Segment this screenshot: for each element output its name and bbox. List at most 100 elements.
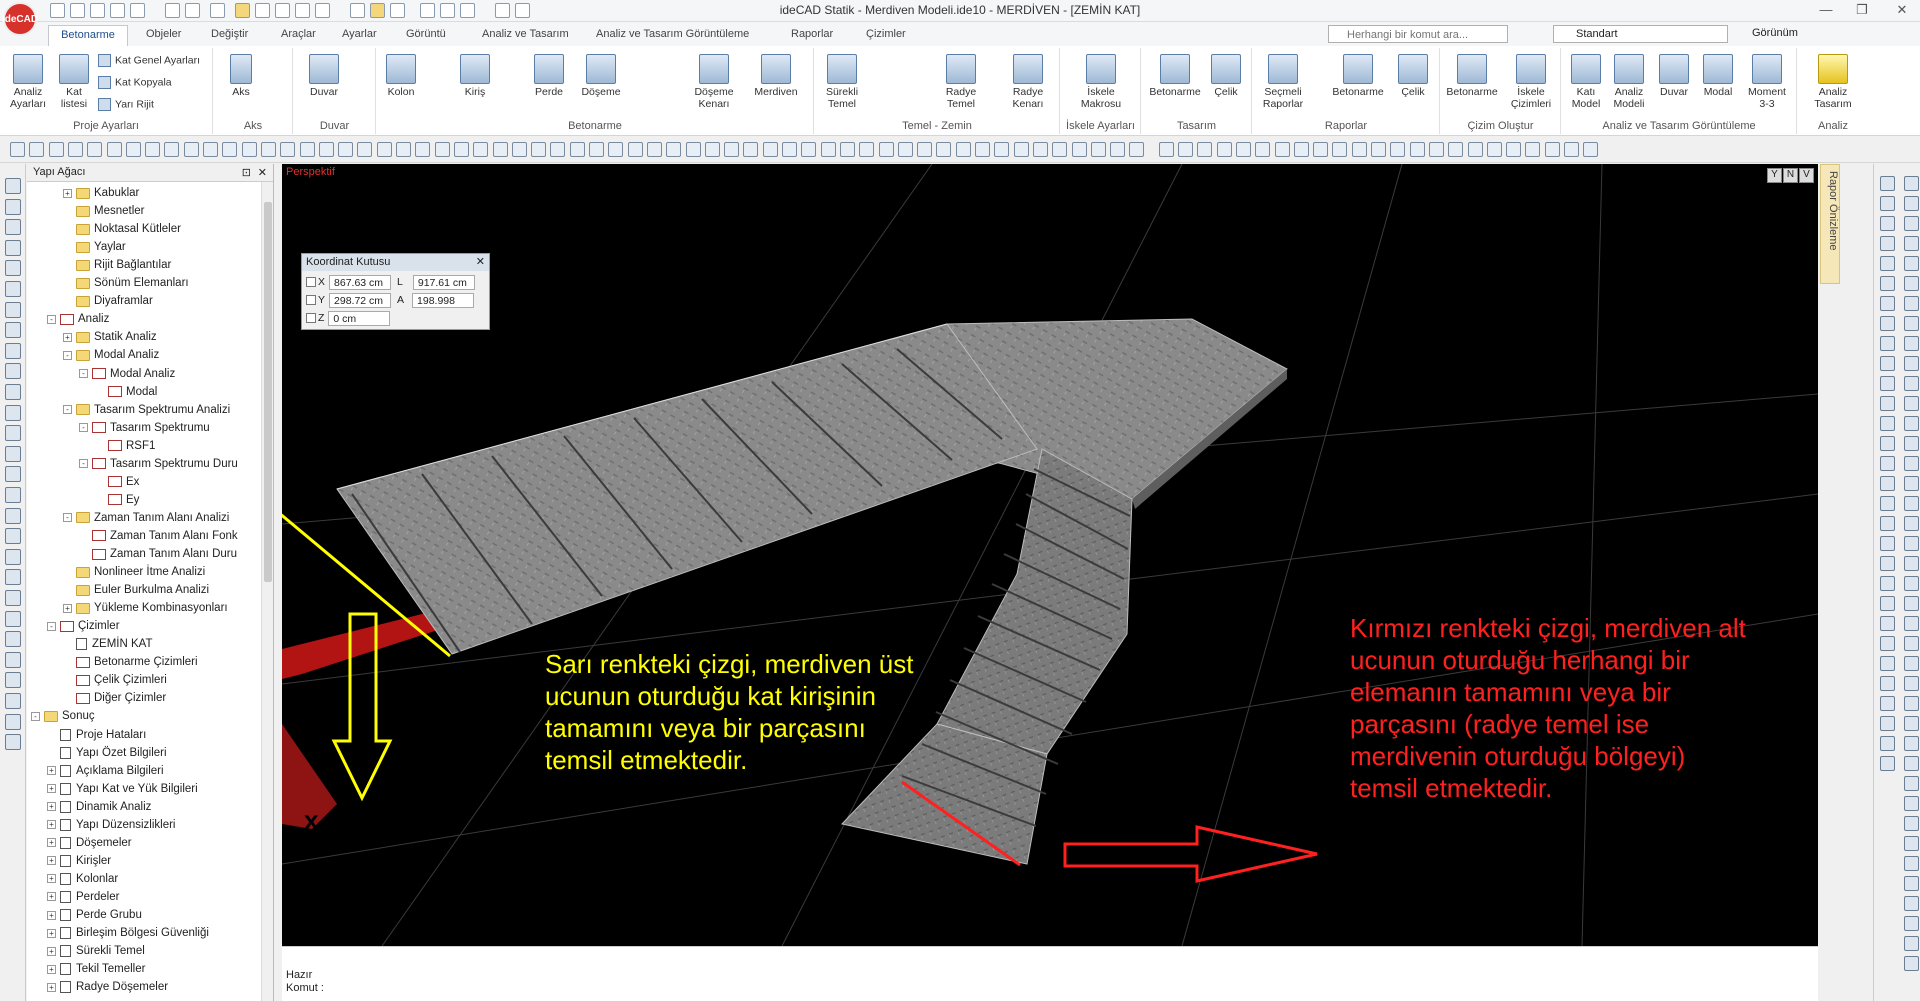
tree-item[interactable]: + Perdeler [47, 888, 119, 906]
expand-toggle-icon[interactable]: + [63, 603, 72, 613]
toolbar-tool-icon[interactable] [1428, 142, 1444, 157]
toolbar-tool-icon[interactable] [299, 142, 315, 157]
side-tool-icon[interactable] [1904, 236, 1919, 251]
side-tool-icon[interactable] [1880, 716, 1895, 731]
toolbar-tool-icon[interactable] [376, 142, 392, 157]
iskele-makrosu-button[interactable]: İskele Makrosu [1071, 54, 1131, 110]
toolbar-tool-icon[interactable] [1255, 142, 1271, 157]
minimize-button[interactable]: — [1812, 2, 1840, 20]
toolbar-tool-icon[interactable] [1235, 142, 1251, 157]
tree-item[interactable]: - Analiz [47, 310, 109, 328]
side-tool-icon[interactable] [5, 445, 21, 462]
side-tool-icon[interactable] [5, 239, 21, 256]
side-tool-icon[interactable] [1904, 916, 1919, 931]
toolbar-tool-icon[interactable] [318, 142, 334, 157]
tree-item[interactable]: Çelik Çizimleri [63, 671, 167, 689]
side-tool-icon[interactable] [1880, 476, 1895, 491]
toolbar-tool-icon[interactable] [839, 142, 855, 157]
l-field[interactable]: 917.61 cm [412, 274, 475, 290]
tab-analiz-tasarim-goruntuleme[interactable]: Analiz ve Tasarım Görüntüleme [596, 25, 749, 46]
merdiven-button[interactable]: Merdiven [749, 54, 803, 98]
expand-toggle-icon[interactable]: + [47, 802, 56, 812]
toolbar-tool-icon[interactable] [357, 142, 373, 157]
toolbar-tool-icon[interactable] [569, 142, 585, 157]
toolbar-tool-icon[interactable] [1293, 142, 1309, 157]
tab-objeler[interactable]: Objeler [146, 25, 181, 46]
toolbar-tool-icon[interactable] [1013, 142, 1029, 157]
toolbar-tool-icon[interactable] [1178, 142, 1193, 157]
tree-item[interactable]: + Döşemeler [47, 834, 132, 852]
tree-item[interactable]: - Tasarım Spektrumu Analizi [63, 401, 230, 419]
toolbar-tool-icon[interactable] [222, 142, 238, 157]
cizim-betonarme-button[interactable]: Betonarme [1443, 54, 1501, 98]
expand-toggle-icon[interactable]: + [47, 784, 56, 794]
tree-item[interactable]: + Sürekli Temel [47, 942, 145, 960]
tree-item[interactable]: Proje Hataları [47, 726, 146, 744]
tree-item[interactable]: Yaylar [63, 238, 126, 256]
report-preview-tab[interactable]: Rapor Önizleme [1820, 164, 1840, 284]
side-tool-icon[interactable] [1904, 636, 1919, 651]
toolbar-tool-icon[interactable] [531, 142, 547, 157]
side-tool-icon[interactable] [5, 569, 21, 586]
toolbar-tool-icon[interactable] [1544, 142, 1560, 157]
x-field[interactable]: 867.63 cm [329, 274, 392, 290]
side-tool-icon[interactable] [1904, 296, 1919, 311]
toolbar-tool-icon[interactable] [164, 142, 180, 157]
side-tool-icon[interactable] [5, 425, 21, 442]
tree-item[interactable]: Noktasal Kütleler [63, 220, 181, 238]
side-tool-icon[interactable] [5, 198, 21, 215]
tree-item[interactable]: Ey [95, 491, 139, 509]
surekli-temel-button[interactable]: Sürekli Temel [819, 54, 865, 110]
pin-icon[interactable]: ⊡ [242, 166, 251, 179]
app-logo[interactable]: ideCAD [2, 2, 38, 36]
toolbar-tool-icon[interactable] [67, 142, 83, 157]
tree-item[interactable]: + Birleşim Bölgesi Güvenliği [47, 924, 209, 942]
side-tool-icon[interactable] [1880, 396, 1895, 411]
tree-item[interactable]: Nonlineer İtme Analizi [63, 563, 205, 581]
expand-toggle-icon[interactable]: + [63, 332, 72, 342]
tree-item[interactable]: Mesnetler [63, 202, 145, 220]
side-tool-icon[interactable] [5, 322, 21, 339]
side-tool-icon[interactable] [1904, 576, 1919, 591]
toolbar-tool-icon[interactable] [782, 142, 797, 157]
tab-betonarme[interactable]: Betonarme [48, 25, 128, 46]
tree-item[interactable]: Betonarme Çizimleri [63, 653, 198, 671]
side-tool-icon[interactable] [1880, 216, 1895, 231]
side-tool-icon[interactable] [1904, 516, 1919, 531]
coordinate-close-icon[interactable]: ✕ [476, 255, 485, 268]
side-tool-icon[interactable] [5, 342, 21, 359]
view-menu[interactable]: Görünüm [1752, 27, 1798, 39]
toolbar-tool-icon[interactable] [917, 142, 933, 157]
expand-toggle-icon[interactable]: + [47, 874, 56, 884]
coordinate-box[interactable]: Koordinat Kutusu ✕ X 867.63 cm L 917.61 c… [301, 253, 490, 330]
side-tool-icon[interactable] [1880, 616, 1895, 631]
side-tool-icon[interactable] [5, 672, 21, 689]
side-tool-icon[interactable] [1880, 336, 1895, 351]
side-tool-icon[interactable] [1904, 456, 1919, 471]
kati-model-button[interactable]: Katı Model [1566, 54, 1606, 110]
side-tool-icon[interactable] [5, 384, 21, 400]
tree-item[interactable]: Rijit Bağlantılar [63, 256, 171, 274]
toolbar-tool-icon[interactable] [203, 142, 218, 157]
toolbar-tool-icon[interactable] [666, 142, 682, 157]
tree-item[interactable]: Modal [95, 383, 157, 401]
side-tool-icon[interactable] [1904, 816, 1919, 831]
expand-toggle-icon[interactable]: + [47, 910, 56, 920]
toolbar-tool-icon[interactable] [1071, 142, 1087, 157]
tasarim-betonarme-button[interactable]: Betonarme [1146, 54, 1204, 98]
side-tool-icon[interactable] [5, 219, 21, 236]
toolbar-tool-icon[interactable] [48, 142, 64, 157]
toolbar-tool-icon[interactable] [511, 142, 527, 157]
tree-close-icon[interactable]: ✕ [258, 166, 267, 179]
side-tool-icon[interactable] [1904, 176, 1919, 191]
side-tool-icon[interactable] [5, 363, 21, 380]
z-field[interactable]: 0 cm [328, 310, 391, 326]
tab-degistir[interactable]: Değiştir [211, 25, 248, 46]
side-tool-icon[interactable] [5, 178, 21, 194]
yari-rijit-button[interactable]: Yarı Rijit [98, 98, 154, 111]
toolbar-tool-icon[interactable] [975, 142, 990, 157]
toolbar-tool-icon[interactable] [1506, 142, 1522, 157]
side-tool-icon[interactable] [1880, 196, 1895, 211]
tree-item[interactable]: + Açıklama Bilgileri [47, 762, 164, 780]
toolbar-tool-icon[interactable] [1110, 142, 1126, 157]
